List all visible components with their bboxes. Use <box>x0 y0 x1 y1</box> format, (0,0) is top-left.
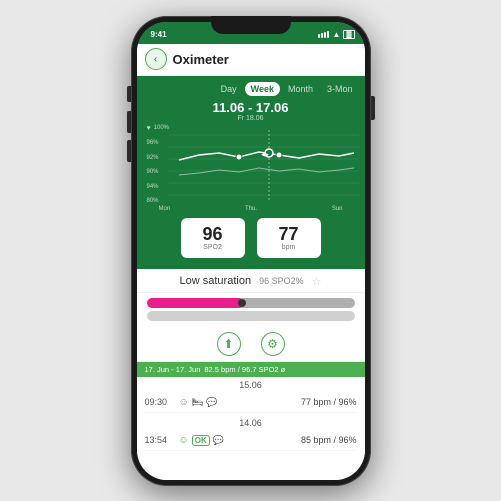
y-label-3: 92% <box>147 155 170 161</box>
smiley-icon-2: ☺ <box>179 435 189 446</box>
mute-button <box>127 86 131 102</box>
message-icon: 💬 <box>206 397 217 408</box>
y-label-5: 94% <box>147 184 170 190</box>
time-header-1: 15.06 <box>145 380 357 390</box>
sleep-icon: 🛏 <box>192 397 203 408</box>
footer-date-row: 17. Jun - 17. Jun 82.5 bpm / 96.7 SPO2 ø <box>137 362 365 377</box>
status-icons: ▲ ▓ <box>318 30 354 39</box>
up-button[interactable]: ⬆ <box>217 332 241 356</box>
power-button <box>371 96 375 120</box>
time-section-1: 15.06 09:30 ☺ 🛏 💬 77 bpm / 96% <box>137 377 365 415</box>
volume-down-button <box>127 140 131 162</box>
bpm-metric: 77 bpm <box>257 218 321 258</box>
entry-icons-2: ☺ OK 💬 <box>179 435 224 446</box>
settings-button[interactable]: ⚙ <box>261 332 285 356</box>
tab-day[interactable]: Day <box>215 82 243 96</box>
star-icon[interactable]: ☆ <box>312 275 322 288</box>
x-label-sun: Sun <box>332 206 343 212</box>
y-label-1: ♥ 100% <box>147 125 170 132</box>
entry-icons-1: ☺ 🛏 💬 <box>179 397 218 408</box>
gray-slider[interactable] <box>147 311 355 321</box>
volume-up-button <box>127 111 131 133</box>
low-sat-value: 96 SPO2% <box>259 276 304 286</box>
message-icon-2: 💬 <box>213 435 224 446</box>
spo2-metric: 96 SPO2 <box>181 218 245 258</box>
slider-row <box>137 293 365 326</box>
time-entry-1: 09:30 ☺ 🛏 💬 77 bpm / 96% <box>145 393 357 413</box>
spo2-label: SPO2 <box>203 244 222 251</box>
footer-date: 17. Jun - 17. Jun <box>145 365 201 374</box>
date-range: 11.06 - 17.06 <box>137 100 365 115</box>
pink-slider[interactable] <box>147 298 355 308</box>
smiley-icon: ☺ <box>179 397 189 408</box>
time-header-2: 14.06 <box>145 418 357 428</box>
x-label-mon: Mon <box>159 206 171 212</box>
app-title: Oximeter <box>173 52 229 67</box>
tab-week[interactable]: Week <box>245 82 280 96</box>
bpm-label: bpm <box>282 244 296 251</box>
notch <box>211 16 291 34</box>
heart-icon: ♥ <box>147 125 151 132</box>
time-1: 09:30 <box>145 397 173 407</box>
status-time: 9:41 <box>151 30 167 39</box>
ok-badge: OK <box>192 435 210 446</box>
y-label-6: 80% <box>147 198 170 204</box>
time-entry-2: 13:54 ☺ OK 💬 85 bpm / 96% <box>145 431 357 451</box>
time-2: 13:54 <box>145 435 173 445</box>
content-area: Low saturation 96 SPO2% ☆ ⬆ ⚙ <box>137 269 365 480</box>
entry-readings-2: 85 bpm / 96% <box>301 435 357 445</box>
up-icon: ⬆ <box>223 337 233 351</box>
chart-y-labels: ♥ 100% 96% 92% 90% 94% 80% <box>147 125 170 205</box>
signal-icon <box>318 31 329 38</box>
footer-stats: 82.5 bpm / 96.7 SPO2 ø <box>204 365 285 374</box>
x-label-thu: Thu. <box>245 206 257 212</box>
chart-area: Day Week Month 3-Mon 11.06 - 17.06 Fr 18… <box>137 76 365 269</box>
entry-readings-1: 77 bpm / 96% <box>301 397 357 407</box>
back-icon: ‹ <box>154 54 157 65</box>
y-label-2: 96% <box>147 140 170 146</box>
screen: 9:41 ▲ ▓ ‹ Oximeter Day <box>137 22 365 480</box>
low-sat-text: Low saturation <box>180 275 252 287</box>
spo2-value: 96 <box>202 225 222 243</box>
control-row: ⬆ ⚙ <box>137 326 365 362</box>
y-label-4: 90% <box>147 169 170 175</box>
app-header: ‹ Oximeter <box>137 44 365 76</box>
time-section-2: 14.06 13:54 ☺ OK 💬 85 bpm / 96% <box>137 415 365 453</box>
low-saturation-row: Low saturation 96 SPO2% ☆ <box>137 269 365 293</box>
metrics-row: 96 SPO2 77 bpm <box>137 212 365 263</box>
phone-frame: 9:41 ▲ ▓ ‹ Oximeter Day <box>131 16 371 486</box>
tab-bar: Day Week Month 3-Mon <box>137 80 365 98</box>
bpm-value: 77 <box>278 225 298 243</box>
wifi-icon: ▲ <box>332 30 340 39</box>
slider-thumb[interactable] <box>238 299 246 307</box>
chart-svg: ◀▶ <box>169 125 359 205</box>
back-button[interactable]: ‹ <box>145 48 167 70</box>
gear-icon: ⚙ <box>267 337 278 351</box>
date-sub: Fr 18.06 <box>137 115 365 122</box>
battery-icon: ▓ <box>343 30 354 39</box>
svg-text:◀▶: ◀▶ <box>261 152 269 158</box>
tab-month[interactable]: Month <box>282 82 319 96</box>
chart-canvas: ♥ 100% 96% 92% 90% 94% 80% <box>147 125 355 205</box>
tab-3mon[interactable]: 3-Mon <box>321 82 359 96</box>
